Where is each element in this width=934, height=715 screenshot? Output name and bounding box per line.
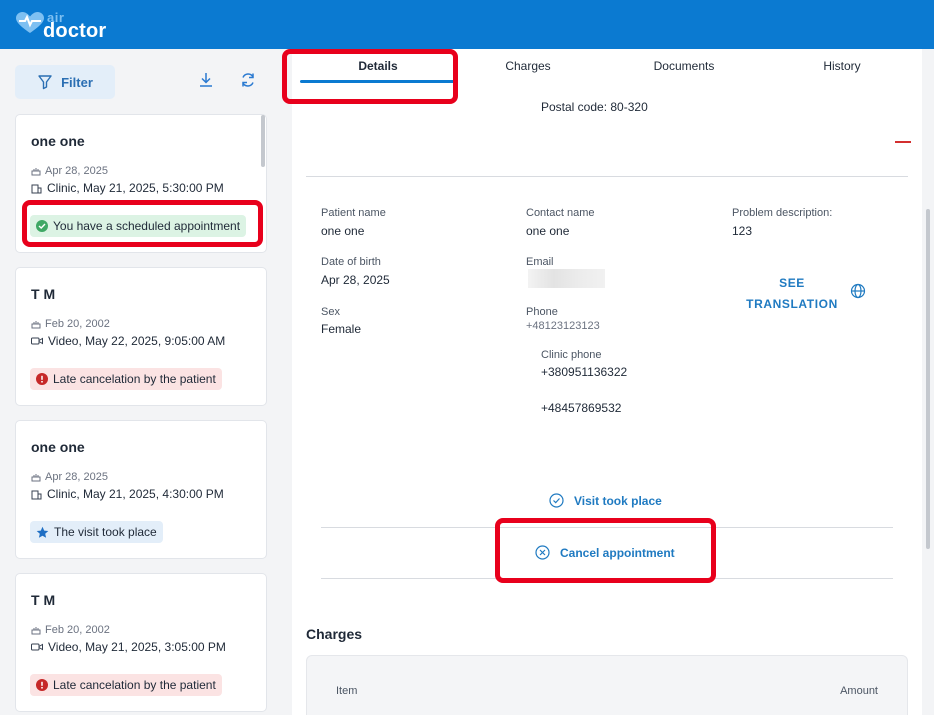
- birth-date-text: Apr 28, 2025: [45, 165, 108, 177]
- video-icon: [31, 643, 43, 651]
- tab-charges[interactable]: Charges: [458, 59, 598, 73]
- download-icon[interactable]: [197, 71, 215, 89]
- charges-amount-header: Amount: [840, 685, 878, 697]
- clinic-phone-1: +380951136322: [541, 365, 628, 379]
- clinic-phone-2: +48457869532: [541, 401, 622, 415]
- birth-date-text: Apr 28, 2025: [45, 471, 108, 483]
- highlight-details-tab: [282, 49, 458, 104]
- visit-info: Clinic, May 21, 2025, 5:30:00 PM: [31, 181, 224, 195]
- visit-text: Video, May 21, 2025, 3:05:00 PM: [48, 640, 226, 654]
- heart-logo-icon: [16, 12, 44, 33]
- visit-info: Video, May 22, 2025, 9:05:00 AM: [31, 334, 225, 348]
- status-badge: Late cancelation by the patient: [30, 674, 222, 696]
- visit-text: Clinic, May 21, 2025, 5:30:00 PM: [47, 181, 224, 195]
- clinic-icon: [31, 184, 42, 193]
- filter-icon: [38, 75, 52, 90]
- appointment-details-area: Details Charges Documents History Postal…: [284, 49, 934, 715]
- clinic-phone-label: Clinic phone: [541, 349, 602, 361]
- visit-text: Clinic, May 21, 2025, 4:30:00 PM: [47, 487, 224, 501]
- appointment-card[interactable]: T M Feb 20, 2002 Video, May 21, 2025, 3:…: [15, 573, 267, 712]
- problem-value: 123: [732, 224, 753, 238]
- problem-label: Problem description:: [732, 207, 833, 219]
- logo-doctor-text: doctor: [43, 20, 107, 42]
- patient-name-value: one one: [321, 224, 365, 238]
- patient-name: one one: [31, 439, 85, 455]
- birth-date: Apr 28, 2025: [31, 471, 108, 483]
- phone-label: Phone: [526, 306, 558, 318]
- charges-section-title: Charges: [306, 626, 363, 642]
- highlight-status-badge: [22, 200, 263, 247]
- details-panel: Details Charges Documents History Postal…: [292, 49, 930, 715]
- birth-date: Apr 28, 2025: [31, 165, 108, 177]
- status-badge: Late cancelation by the patient: [30, 368, 222, 390]
- email-value-redacted: [528, 269, 605, 288]
- clinic-icon: [31, 490, 42, 499]
- see-translation-link[interactable]: SEE TRANSLATION: [740, 273, 844, 315]
- error-icon: [36, 679, 48, 691]
- appointment-card[interactable]: T M Feb 20, 2002 Video, May 22, 2025, 9:…: [15, 267, 267, 406]
- visit-text: Video, May 22, 2025, 9:05:00 AM: [48, 334, 226, 348]
- birth-date-text: Feb 20, 2002: [45, 624, 110, 636]
- status-text: Late cancelation by the patient: [53, 372, 216, 386]
- divider: [306, 176, 908, 177]
- dob-label: Date of birth: [321, 256, 381, 268]
- filter-label: Filter: [61, 74, 93, 90]
- status-text: Late cancelation by the patient: [53, 678, 216, 692]
- email-label: Email: [526, 256, 554, 268]
- birth-date-text: Feb 20, 2002: [45, 318, 110, 330]
- cake-icon: [31, 321, 41, 329]
- star-icon: [36, 526, 49, 538]
- visit-info: Video, May 21, 2025, 3:05:00 PM: [31, 640, 226, 654]
- tab-history[interactable]: History: [772, 59, 912, 73]
- video-icon: [31, 337, 43, 345]
- contact-name-value: one one: [526, 224, 570, 238]
- appointment-list-panel: Filter one one Apr 28, 2025 Clinic, May …: [0, 49, 280, 715]
- sex-label: Sex: [321, 306, 340, 318]
- status-badge: The visit took place: [30, 521, 163, 543]
- cake-icon: [31, 168, 41, 176]
- cake-icon: [31, 474, 41, 482]
- status-text: The visit took place: [54, 525, 157, 539]
- charges-table: Item Amount: [306, 655, 908, 715]
- postal-code: Postal code: 80-320: [541, 100, 648, 114]
- top-bar: air doctor: [0, 0, 934, 49]
- cake-icon: [31, 627, 41, 635]
- visit-info: Clinic, May 21, 2025, 4:30:00 PM: [31, 487, 224, 501]
- patient-name: T M: [31, 286, 56, 302]
- patient-name: one one: [31, 133, 85, 149]
- collapse-dash-icon[interactable]: [895, 141, 911, 143]
- refresh-icon[interactable]: [239, 71, 257, 89]
- check-circle-outline-icon: [549, 493, 564, 508]
- contact-name-label: Contact name: [526, 207, 595, 219]
- visit-took-place-button[interactable]: Visit took place: [549, 493, 662, 508]
- globe-icon[interactable]: [850, 283, 866, 299]
- birth-date: Feb 20, 2002: [31, 624, 110, 636]
- filter-button[interactable]: Filter: [15, 65, 115, 99]
- tab-documents[interactable]: Documents: [614, 59, 754, 73]
- phone-value: +48123123123: [526, 320, 600, 332]
- sex-value: Female: [321, 322, 362, 336]
- highlight-cancel-appointment: [495, 518, 716, 583]
- appointment-card[interactable]: one one Apr 28, 2025 Clinic, May 21, 202…: [15, 420, 267, 559]
- patient-name: T M: [31, 592, 56, 608]
- list-scrollbar[interactable]: [261, 115, 265, 167]
- airdoctor-logo[interactable]: air doctor: [16, 10, 136, 42]
- details-scrollbar[interactable]: [926, 209, 930, 549]
- charges-item-header: Item: [336, 685, 358, 697]
- patient-name-label: Patient name: [321, 207, 386, 219]
- error-icon: [36, 373, 48, 385]
- birth-date: Feb 20, 2002: [31, 318, 110, 330]
- dob-value: Apr 28, 2025: [321, 273, 390, 287]
- visit-took-place-label: Visit took place: [574, 493, 662, 508]
